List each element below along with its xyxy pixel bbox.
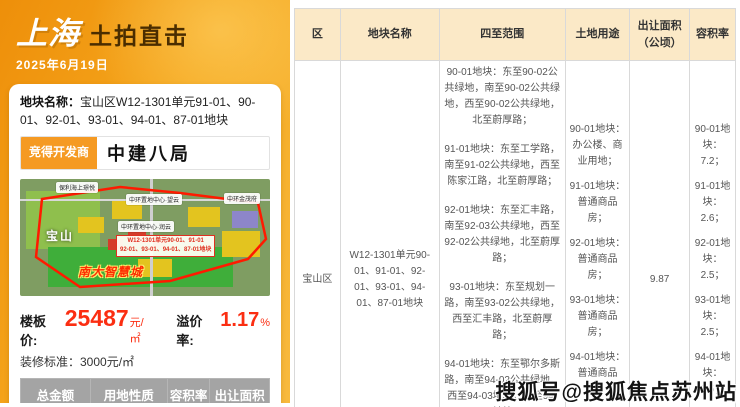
summary-header-use: 用地性质	[90, 379, 167, 404]
land-table-header-row: 区 地块名称 四至范围 土地用途 出让面积（公顷） 容积率	[295, 9, 736, 61]
col-header-district: 区	[295, 9, 341, 61]
land-table-row: 宝山区 W12-1301单元90-01、91-01、92-01、93-01、94…	[295, 61, 736, 407]
floor-price-value: 25487	[65, 305, 129, 332]
premium-unit: %	[260, 317, 270, 329]
cell-area: 9.87	[630, 61, 690, 407]
list-item: 92-01地块：东至汇丰路，南至92-03公共绿地，西至92-02公共绿地，北至…	[443, 203, 562, 267]
floor-price-label: 楼板价:	[20, 311, 63, 349]
map-poi-label: 中环置地中心·润云	[118, 221, 174, 232]
cell-boundaries: 90-01地块：东至90-02公共绿地，南至90-02公共绿地，西至90-02公…	[439, 61, 565, 407]
list-item: 90-01地块：7.2；	[693, 122, 732, 170]
floor-price-unit: 元/㎡	[130, 314, 155, 346]
parcel-name-label: 地块名称：	[20, 95, 80, 109]
brand-title: 土拍直击	[89, 17, 189, 51]
decoration-standard: 装修标准：3000元/㎡	[20, 353, 270, 370]
list-item: 91-01地块：东至工学路，南至91-02公共绿地，西至陈家江路，北至蔚厚路；	[443, 142, 562, 190]
map-poi-label: 中环置地中心·望云	[126, 194, 182, 205]
list-item: 93-01地块：2.5；	[693, 293, 732, 341]
list-item: 90-01地块：东至90-02公共绿地，南至90-02公共绿地，西至90-02公…	[443, 65, 562, 129]
summary-header-far: 容积率	[167, 379, 209, 404]
brand-row: 上海 土拍直击	[16, 8, 276, 53]
map-parcel-callout: W12-1301单元90-01、91-01 92-01、93-01、94-01、…	[116, 235, 215, 257]
premium-value: 1.17	[220, 309, 259, 332]
col-header-plot-ratio: 容积率	[690, 9, 736, 61]
list-item: 91-01地块：普通商品房；	[569, 179, 626, 227]
list-item: 90-01地块：办公楼、商业用地；	[569, 122, 626, 170]
list-item: 93-01地块：东至规划一路，南至93-02公共绿地，西至汇丰路，北至蔚厚路；	[443, 280, 562, 344]
land-auction-table: 区 地块名称 四至范围 土地用途 出让面积（公顷） 容积率 宝山区 W12-13…	[294, 8, 736, 407]
list-item: 93-01地块：普通商品房；	[569, 293, 626, 341]
summary-table: 总金额 用地性质 容积率 出让面积 819533万 办公楼, 商业用地 普通商品…	[20, 378, 270, 403]
brand-shanghai: 上海	[16, 8, 80, 53]
cell-parcel-name: W12-1301单元90-01、91-01、92-01、93-01、94-01、…	[340, 61, 439, 407]
price-row: 楼板价: 25487 元/㎡ 溢价率: 1.17 %	[20, 305, 270, 349]
parcel-name-line: 地块名称：宝山区W12-1301单元91-01、90-01、92-01、93-0…	[20, 93, 270, 129]
page-root: 上海 土拍直击 2025年6月19日 地块名称：宝山区W12-1301单元91-…	[0, 0, 740, 407]
map-poi-label: 中环金茂府	[224, 193, 260, 204]
premium-group: 溢价率: 1.17 %	[176, 309, 270, 349]
cell-plot-ratio: 90-01地块：7.2； 91-01地块：2.6； 92-01地块：2.5； 93-0…	[690, 61, 736, 407]
map-poi-label: 保利海上璟悦	[56, 182, 98, 193]
developer-row: 竞得开发商 中建八局	[20, 136, 270, 170]
cell-land-use: 90-01地块：办公楼、商业用地； 91-01地块：普通商品房； 92-01地块：普…	[565, 61, 629, 407]
panel-header: 上海 土拍直击 2025年6月19日	[0, 0, 290, 77]
cell-district: 宝山区	[295, 61, 341, 407]
map-label-baoshan: 宝山	[46, 227, 74, 244]
watermark-sohu: 搜狐号@搜狐焦点苏州站	[496, 376, 737, 406]
developer-badge: 竞得开发商	[21, 137, 97, 169]
map-label-nanda: 南大智慧城	[78, 263, 143, 280]
list-item: 92-01地块：普通商品房；	[569, 236, 626, 284]
col-header-area: 出让面积（公顷）	[630, 9, 690, 61]
auction-date: 2025年6月19日	[16, 56, 276, 73]
summary-header-area: 出让面积	[210, 379, 270, 404]
parcel-map-image: 宝山 W12-1301单元90-01、91-01 92-01、93-01、94-…	[20, 179, 270, 296]
map-parcel-callout-line1: W12-1301单元90-01、91-01	[120, 237, 211, 246]
col-header-land-use: 土地用途	[565, 9, 629, 61]
list-item: 91-01地块：2.6；	[693, 179, 732, 227]
summary-header-total: 总金额	[21, 379, 91, 404]
col-header-parcel-name: 地块名称	[340, 9, 439, 61]
parcel-card: 地块名称：宝山区W12-1301单元91-01、90-01、92-01、93-0…	[9, 84, 281, 403]
map-parcel-callout-line2: 92-01、93-01、94-01、87-01地块	[120, 246, 211, 255]
land-table-panel: 区 地块名称 四至范围 土地用途 出让面积（公顷） 容积率 宝山区 W12-13…	[290, 0, 740, 407]
developer-name: 中建八局	[97, 137, 201, 169]
premium-label: 溢价率:	[176, 311, 218, 349]
col-header-boundaries: 四至范围	[439, 9, 565, 61]
left-info-panel: 上海 土拍直击 2025年6月19日 地块名称：宝山区W12-1301单元91-…	[0, 0, 290, 403]
list-item: 92-01地块：2.5；	[693, 236, 732, 284]
summary-header-row: 总金额 用地性质 容积率 出让面积	[21, 379, 270, 404]
